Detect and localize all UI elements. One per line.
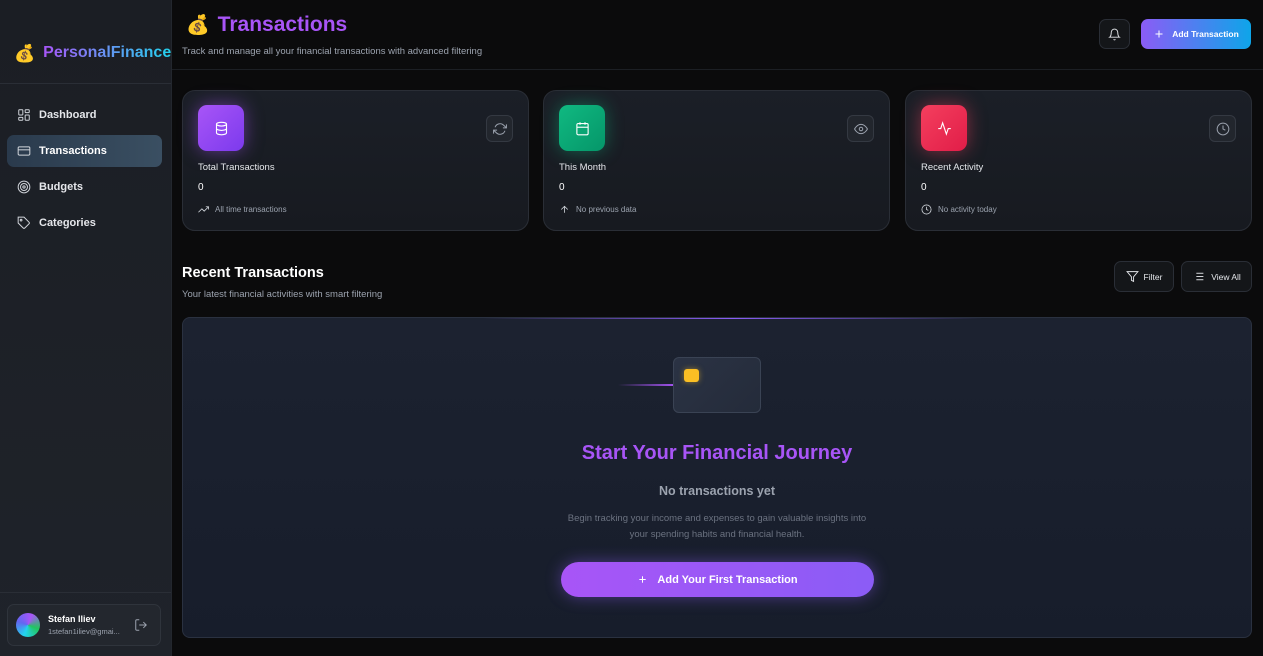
view-all-label: View All bbox=[1211, 271, 1241, 282]
brand-name: PersonalFinance bbox=[43, 44, 172, 61]
credit-card-illustration-icon bbox=[673, 357, 761, 413]
logout-button[interactable] bbox=[134, 618, 148, 632]
target-icon bbox=[17, 180, 31, 194]
page-title: 💰 Transactions bbox=[186, 13, 347, 37]
stat-icon-badge bbox=[198, 105, 244, 151]
money-bag-icon: 💰 bbox=[186, 14, 210, 36]
page-title-text: Transactions bbox=[217, 13, 348, 36]
page-subtitle: Track and manage all your financial tran… bbox=[182, 46, 483, 57]
sidebar: 💰 PersonalFinance Dashboard Transactions… bbox=[0, 0, 172, 656]
add-transaction-label: Add Transaction bbox=[1172, 29, 1239, 39]
bell-icon bbox=[1108, 28, 1121, 40]
plus-icon bbox=[639, 576, 647, 583]
card-chip-icon bbox=[684, 369, 699, 382]
stat-card-total-transactions: Total Transactions 0 All time transactio… bbox=[182, 90, 529, 231]
sidebar-item-label: Dashboard bbox=[39, 109, 97, 121]
trending-up-icon bbox=[198, 206, 209, 213]
add-transaction-button[interactable]: Add Transaction bbox=[1141, 19, 1251, 49]
sidebar-item-transactions[interactable]: Transactions bbox=[7, 135, 162, 167]
section-title: Recent Transactions bbox=[182, 265, 324, 281]
arrow-up-icon bbox=[560, 205, 569, 213]
eye-icon bbox=[853, 123, 868, 134]
activity-icon bbox=[937, 120, 951, 136]
plus-icon bbox=[1155, 30, 1163, 38]
database-icon bbox=[215, 121, 227, 135]
user-email: 1stefan1iliev@gmai... bbox=[48, 627, 120, 636]
filter-button[interactable]: Filter bbox=[1114, 261, 1174, 292]
view-all-button[interactable]: View All bbox=[1181, 261, 1252, 292]
add-first-transaction-button[interactable]: Add Your First Transaction bbox=[561, 562, 874, 597]
panel-glow-line bbox=[483, 318, 983, 319]
stat-card-recent-activity: Recent Activity 0 No activity today bbox=[905, 90, 1252, 231]
empty-state-subtitle: No transactions yet bbox=[658, 484, 775, 498]
user-info: Stefan Iliev 1stefan1iliev@gmai... bbox=[48, 614, 128, 636]
page-header: 💰 Transactions Track and manage all your… bbox=[172, 0, 1263, 70]
user-profile-card[interactable]: Stefan Iliev 1stefan1iliev@gmai... bbox=[7, 604, 161, 646]
view-button[interactable] bbox=[847, 115, 874, 142]
sidebar-item-label: Budgets bbox=[39, 181, 83, 193]
stat-label: Total Transactions bbox=[198, 162, 275, 173]
sidebar-item-categories[interactable]: Categories bbox=[7, 207, 162, 239]
stat-value: 0 bbox=[559, 182, 565, 193]
sidebar-divider bbox=[0, 83, 171, 84]
stat-note: All time transactions bbox=[198, 204, 287, 215]
history-button[interactable] bbox=[1209, 115, 1236, 142]
avatar[interactable] bbox=[16, 613, 40, 637]
tag-icon bbox=[17, 216, 30, 229]
stat-note: No previous data bbox=[559, 204, 636, 215]
brand-logo[interactable]: 💰 PersonalFinance bbox=[14, 44, 171, 62]
add-first-transaction-label: Add Your First Transaction bbox=[657, 573, 798, 586]
stat-note: No activity today bbox=[921, 204, 997, 215]
stat-label: Recent Activity bbox=[921, 162, 984, 173]
stat-note-text: No activity today bbox=[938, 205, 997, 214]
sidebar-item-label: Transactions bbox=[39, 145, 107, 157]
empty-state-panel: Start Your Financial Journey No transact… bbox=[182, 317, 1252, 638]
list-icon bbox=[1193, 272, 1204, 281]
stat-value: 0 bbox=[921, 182, 927, 193]
empty-state-description: Begin tracking your income and expenses … bbox=[567, 513, 867, 540]
sidebar-nav: Dashboard Transactions Budgets Categorie… bbox=[7, 99, 162, 243]
calendar-icon bbox=[575, 121, 589, 135]
section-subtitle: Your latest financial activities with sm… bbox=[182, 289, 383, 300]
stat-note-text: No previous data bbox=[576, 205, 637, 214]
clock-icon bbox=[921, 204, 932, 215]
stat-card-this-month: This Month 0 No previous data bbox=[543, 90, 890, 231]
refresh-button[interactable] bbox=[486, 115, 513, 142]
logout-icon bbox=[135, 619, 147, 631]
user-name: Stefan Iliev bbox=[48, 614, 96, 624]
filter-icon bbox=[1125, 271, 1139, 283]
filter-label: Filter bbox=[1143, 271, 1163, 282]
stat-icon-badge bbox=[559, 105, 605, 151]
stat-label: This Month bbox=[559, 162, 606, 173]
clock-icon bbox=[1216, 122, 1229, 135]
sidebar-divider bbox=[0, 592, 171, 593]
sidebar-item-dashboard[interactable]: Dashboard bbox=[7, 99, 162, 131]
grid-icon bbox=[18, 109, 30, 121]
sidebar-item-budgets[interactable]: Budgets bbox=[7, 171, 162, 203]
app-root: 💰 PersonalFinance Dashboard Transactions… bbox=[0, 0, 1263, 656]
stat-value: 0 bbox=[198, 182, 204, 193]
notifications-button[interactable] bbox=[1099, 19, 1130, 49]
sidebar-item-label: Categories bbox=[39, 217, 96, 229]
credit-card-icon bbox=[17, 146, 31, 156]
stat-note-text: All time transactions bbox=[215, 205, 287, 214]
empty-state-title: Start Your Financial Journey bbox=[581, 442, 853, 464]
refresh-icon bbox=[492, 122, 507, 135]
stat-icon-badge bbox=[921, 105, 967, 151]
card-streak-decoration bbox=[618, 384, 676, 386]
money-bag-icon: 💰 bbox=[14, 43, 36, 63]
